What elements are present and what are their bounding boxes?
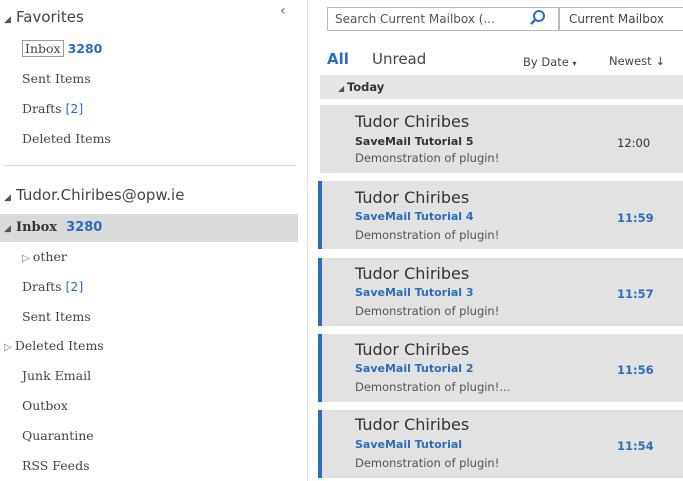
- message-subject: SaveMail Tutorial 5: [355, 135, 474, 148]
- message-sender: Tudor Chiribes: [355, 264, 470, 283]
- message-preview: Demonstration of plugin!: [355, 456, 500, 470]
- message-sender: Tudor Chiribes: [355, 340, 470, 359]
- unread-indicator: [318, 181, 322, 249]
- collapse-triangle-icon: ◢: [4, 193, 11, 203]
- filter-all[interactable]: All: [327, 50, 349, 68]
- folder-inbox[interactable]: ◢ Inbox 3280: [4, 220, 102, 235]
- expand-triangle-icon: ▷: [22, 253, 33, 264]
- chevron-down-icon: ▾: [572, 59, 577, 68]
- collapse-triangle-icon: ◢: [4, 15, 11, 25]
- message-sender: Tudor Chiribes: [355, 188, 470, 207]
- unread-indicator: [318, 258, 322, 326]
- message-subject: SaveMail Tutorial 3: [355, 286, 474, 299]
- favorites-item-drafts[interactable]: Drafts [2]: [22, 101, 83, 116]
- unread-count: 3280: [66, 220, 103, 235]
- expand-triangle-icon: ▷: [4, 342, 15, 353]
- unread-indicator: [318, 334, 322, 402]
- favorites-header[interactable]: ◢ Favorites: [4, 8, 84, 26]
- message-sender: Tudor Chiribes: [355, 415, 470, 434]
- message-preview: Demonstration of plugin!: [355, 304, 500, 318]
- message-preview: Demonstration of plugin!...: [355, 380, 511, 394]
- folder-sent-items[interactable]: Sent Items: [22, 309, 91, 324]
- collapse-triangle-icon: ◢: [4, 224, 11, 234]
- folder-rss-feeds[interactable]: RSS Feeds: [22, 458, 90, 473]
- sort-by-dropdown[interactable]: By Date ▾: [523, 55, 577, 69]
- group-label: ◢ Today: [338, 80, 385, 94]
- collapse-pane-icon[interactable]: ‹: [280, 3, 286, 19]
- message-time: 11:56: [617, 363, 654, 377]
- account-header[interactable]: ◢ Tudor.Chiribes@opw.ie: [4, 186, 184, 204]
- message-time: 11:57: [617, 287, 654, 301]
- search-icon[interactable]: [529, 9, 547, 27]
- favorites-item-deleted[interactable]: Deleted Items: [22, 131, 111, 146]
- message-preview: Demonstration of plugin!: [355, 228, 500, 242]
- message-subject: SaveMail Tutorial 4: [355, 210, 474, 223]
- message-time: 12:00: [617, 136, 651, 150]
- folder-other[interactable]: ▷ other: [22, 249, 67, 264]
- folder-pane: ◢ Favorites ‹ Inbox 3280 Sent Items Draft…: [0, 0, 300, 481]
- pane-splitter[interactable]: [307, 0, 308, 481]
- arrow-down-icon: ↓: [655, 54, 665, 68]
- divider: [4, 165, 296, 166]
- filter-unread[interactable]: Unread: [372, 50, 426, 68]
- collapse-triangle-icon: ◢: [338, 84, 347, 93]
- sort-order-toggle[interactable]: Newest ↓: [609, 54, 665, 68]
- folder-deleted-items[interactable]: ▷ Deleted Items: [4, 338, 104, 353]
- message-preview: Demonstration of plugin!: [355, 151, 500, 165]
- message-subject: SaveMail Tutorial 2: [355, 362, 474, 375]
- message-sender: Tudor Chiribes: [355, 112, 470, 131]
- folder-quarantine[interactable]: Quarantine: [22, 428, 94, 443]
- favorites-item-inbox[interactable]: Inbox 3280: [22, 40, 103, 57]
- message-subject: SaveMail Tutorial: [355, 438, 463, 451]
- favorites-item-sent[interactable]: Sent Items: [22, 71, 91, 86]
- unread-count: 3280: [67, 41, 103, 56]
- search-input[interactable]: Search Current Mailbox (...: [335, 12, 495, 26]
- search-scope-label: Current Mailbox: [569, 12, 664, 26]
- message-time: 11:59: [617, 211, 654, 225]
- folder-junk-email[interactable]: Junk Email: [22, 368, 91, 383]
- message-time: 11:54: [617, 439, 654, 453]
- folder-drafts[interactable]: Drafts [2]: [22, 279, 83, 294]
- unread-indicator: [318, 410, 322, 478]
- folder-outbox[interactable]: Outbox: [22, 398, 68, 413]
